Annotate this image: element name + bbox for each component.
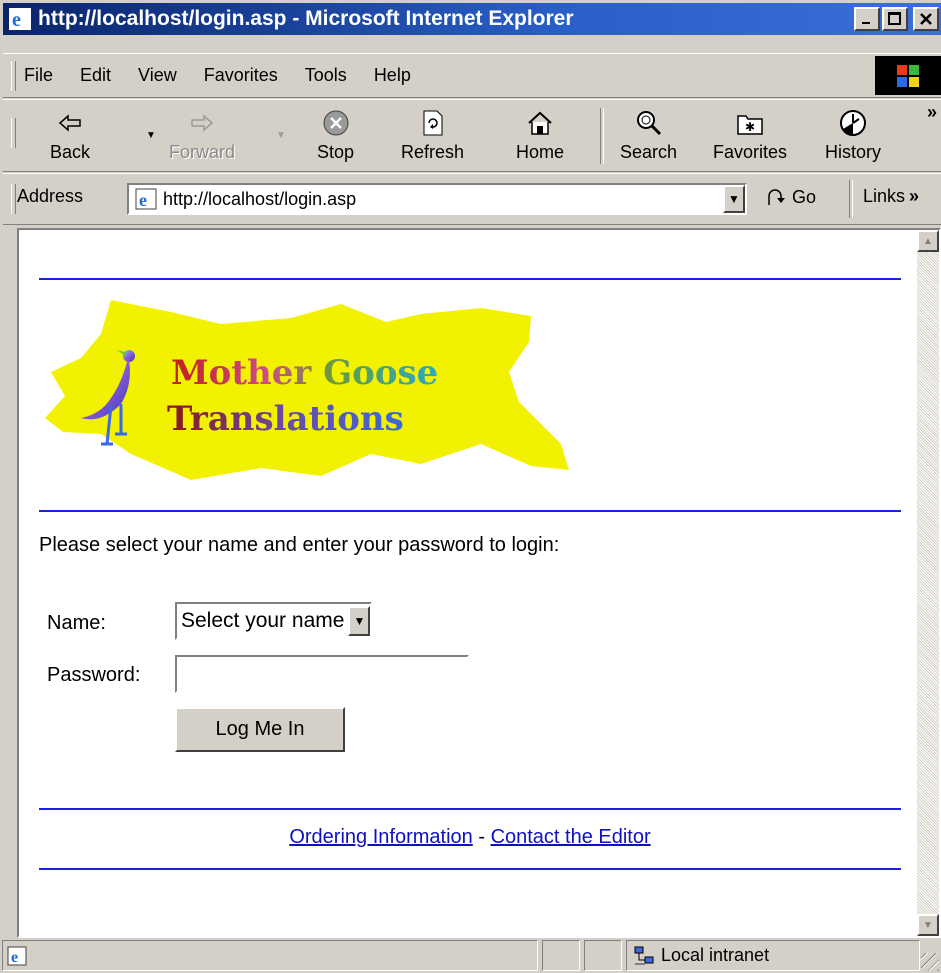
go-label: Go: [792, 186, 817, 207]
menu-favorites[interactable]: Favorites: [204, 65, 278, 86]
svg-text:✱: ✱: [745, 120, 755, 134]
links-toolbar[interactable]: Links»: [863, 186, 919, 207]
address-field[interactable]: e ▼: [127, 183, 747, 215]
back-label: Back: [50, 142, 91, 162]
page-done-icon: e: [7, 946, 27, 966]
page-ie-icon: e: [135, 188, 157, 210]
zone-label: Local intranet: [661, 945, 770, 965]
intranet-network-icon: [634, 946, 654, 965]
menu-bar: File Edit View Favorites Tools Help: [3, 53, 941, 98]
footer-top-rule: [39, 808, 901, 810]
status-main-panel: e: [2, 940, 538, 971]
svg-text:e: e: [11, 949, 18, 966]
links-more-chevron[interactable]: »: [909, 186, 919, 206]
home-button[interactable]: Home: [516, 106, 564, 163]
address-dropdown-icon[interactable]: ▼: [723, 185, 745, 213]
favorites-button[interactable]: ✱ Favorites: [713, 106, 787, 163]
status-panel-3: [584, 940, 622, 971]
zone-panel: Local intranet: [626, 940, 920, 971]
refresh-button[interactable]: Refresh: [401, 106, 464, 163]
refresh-icon: [401, 106, 464, 140]
ordering-information-link[interactable]: Ordering Information: [289, 826, 472, 848]
menu-grip[interactable]: [11, 60, 16, 91]
svg-text:e: e: [139, 190, 147, 210]
contact-editor-link[interactable]: Contact the Editor: [491, 826, 651, 848]
window-title: http://localhost/login.asp - Microsoft I…: [38, 7, 574, 30]
name-select-value: Select your name: [181, 609, 345, 632]
minimize-button[interactable]: [854, 7, 880, 31]
resize-grip[interactable]: [921, 953, 939, 971]
forward-arrow-icon: [169, 106, 235, 140]
name-select[interactable]: Select your name ▼: [175, 602, 373, 640]
toolbar-grip[interactable]: [11, 118, 16, 148]
go-button[interactable]: Go: [766, 186, 816, 208]
menu-file[interactable]: File: [24, 65, 53, 86]
address-input[interactable]: [163, 188, 723, 210]
top-rule: [39, 278, 901, 280]
status-bar: e Local intranet: [0, 938, 941, 973]
forward-label: Forward: [169, 142, 236, 162]
logo-rule: [39, 510, 901, 512]
browser-window: e http://localhost/login.asp - Microsoft…: [0, 0, 941, 973]
windows-logo-icon: [875, 56, 941, 95]
svg-text:e: e: [12, 9, 21, 31]
maximize-button[interactable]: [882, 7, 908, 31]
login-button[interactable]: Log Me In: [175, 707, 345, 752]
address-grip[interactable]: [11, 184, 16, 214]
stop-label: Stop: [317, 142, 355, 162]
mother-goose-logo: Mother Goose Translations: [41, 294, 571, 486]
footer-separator: -: [478, 826, 485, 848]
toolbar-more-chevron[interactable]: »: [927, 102, 937, 123]
forward-button[interactable]: Forward: [169, 106, 235, 163]
menu-view[interactable]: View: [138, 65, 177, 86]
login-instructions: Please select your name and enter your p…: [39, 534, 560, 556]
favorites-folder-icon: ✱: [713, 106, 787, 140]
status-panel-2: [542, 940, 580, 971]
history-icon: [825, 106, 881, 140]
home-label: Home: [516, 142, 565, 162]
toolbar-separator: [600, 108, 604, 164]
back-arrow-icon: [50, 106, 90, 140]
scroll-up-icon[interactable]: ▲: [917, 230, 939, 252]
vertical-scrollbar[interactable]: ▲ ▼: [917, 230, 939, 936]
logo-line2: Translations: [167, 399, 404, 439]
history-label: History: [825, 142, 882, 162]
close-button[interactable]: [913, 7, 939, 31]
footer-links: Ordering Information - Contact the Edito…: [39, 826, 901, 849]
footer-bottom-rule: [39, 868, 901, 870]
links-separator: [849, 180, 853, 218]
address-bar: Address e ▼ Go Links»: [3, 173, 941, 225]
standard-toolbar: Back ▼ Forward ▼ Stop Refresh Home Searc…: [3, 99, 941, 172]
name-label: Name:: [47, 612, 106, 634]
password-field[interactable]: [175, 655, 469, 693]
history-button[interactable]: History: [825, 106, 881, 163]
menu-tools[interactable]: Tools: [305, 65, 347, 86]
search-button[interactable]: Search: [620, 106, 677, 163]
favorites-label: Favorites: [713, 142, 788, 162]
content-viewport: Mother Goose Translations Please select …: [17, 228, 941, 938]
search-icon: [620, 106, 677, 140]
menu-help[interactable]: Help: [374, 65, 411, 86]
go-arrow-icon: [768, 189, 785, 205]
address-label: Address: [17, 186, 84, 206]
logo-line1: Mother Goose: [171, 353, 438, 393]
title-bar[interactable]: e http://localhost/login.asp - Microsoft…: [3, 3, 941, 35]
back-dropdown-icon[interactable]: ▼: [146, 130, 156, 141]
password-label: Password:: [47, 664, 141, 686]
back-button[interactable]: Back: [50, 106, 90, 163]
menu-edit[interactable]: Edit: [80, 65, 111, 86]
links-label: Links: [863, 186, 906, 206]
stop-icon: [317, 106, 354, 140]
refresh-label: Refresh: [401, 142, 465, 162]
stop-button[interactable]: Stop: [317, 106, 354, 163]
forward-dropdown-icon[interactable]: ▼: [276, 130, 286, 141]
chevron-down-icon[interactable]: ▼: [348, 606, 371, 636]
search-label: Search: [620, 142, 678, 162]
ie-logo-icon: e: [8, 7, 32, 31]
home-icon: [516, 106, 564, 140]
scroll-down-icon[interactable]: ▼: [917, 914, 939, 936]
